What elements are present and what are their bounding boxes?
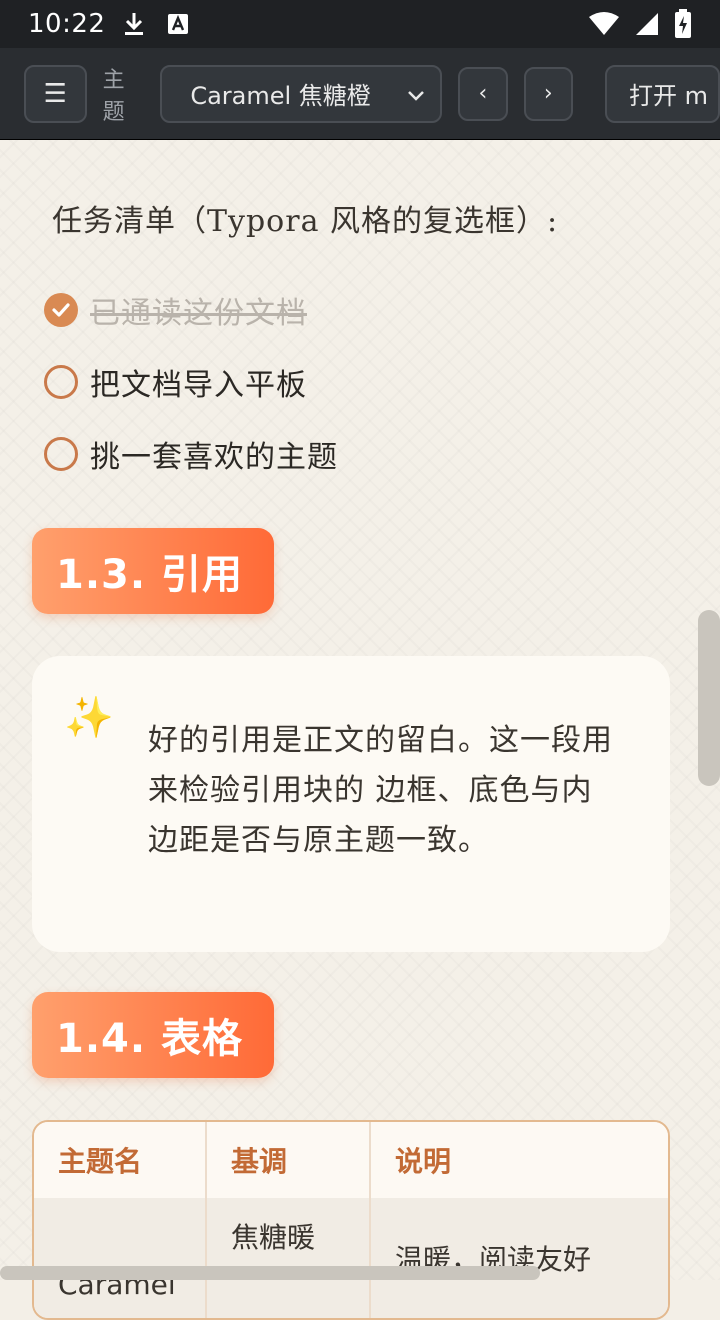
- section-heading-quote: 1.3. 引用: [32, 528, 274, 614]
- theme-table: 主题名 基调 说明 Caramel 焦糖暖 温暖，阅读友好: [32, 1120, 670, 1320]
- theme-select-value: Caramel 焦糖橙: [190, 82, 371, 110]
- theme-label: 主题: [102, 67, 125, 125]
- task-list-heading: 任务清单（Typora 风格的复选框）:: [52, 204, 559, 239]
- a-icon: [167, 13, 189, 35]
- open-button-label: 打开 m: [629, 82, 709, 110]
- table-header-row: 主题名 基调 说明: [34, 1122, 668, 1198]
- table-header-cell: 说明: [370, 1122, 668, 1198]
- horizontal-scrollbar[interactable]: [0, 1266, 540, 1280]
- task-label: 挑一套喜欢的主题: [90, 440, 338, 475]
- menu-icon: ☰: [43, 78, 67, 109]
- task-label: 已通读这份文档: [90, 296, 307, 331]
- table-header-cell: 主题名: [34, 1122, 207, 1198]
- chevron-right-icon: ›: [543, 81, 553, 106]
- task-item[interactable]: 把文档导入平板: [44, 360, 307, 404]
- table-cell: 焦糖暖: [206, 1198, 371, 1318]
- battery-icon: [674, 9, 692, 39]
- checkbox-checked-icon[interactable]: [44, 293, 78, 327]
- toolbar: ☰ 主题 Caramel 焦糖橙 ‹ › 打开 m: [0, 48, 720, 140]
- blockquote-text: 好的引用是正文的留白。这一段用来检验引用块的 边框、底色与内边距是否与原主题一致…: [148, 723, 613, 858]
- chevron-down-icon: [404, 83, 428, 113]
- download-icon: [123, 11, 145, 37]
- wifi-icon: [588, 11, 620, 37]
- task-item[interactable]: 挑一套喜欢的主题: [44, 432, 338, 476]
- table-cell: Caramel: [34, 1198, 207, 1318]
- sparkles-icon: ✨: [64, 695, 114, 741]
- theme-select[interactable]: Caramel 焦糖橙: [160, 64, 443, 123]
- open-button[interactable]: 打开 m: [605, 64, 720, 123]
- blockquote: ✨ 好的引用是正文的留白。这一段用来检验引用块的 边框、底色与内边距是否与原主题…: [32, 656, 670, 952]
- chevron-left-icon: ‹: [478, 81, 488, 106]
- checkbox-unchecked-icon[interactable]: [44, 365, 78, 399]
- next-theme-button[interactable]: ›: [523, 66, 574, 121]
- prev-theme-button[interactable]: ‹: [458, 66, 508, 121]
- table-cell: 温暖，阅读友好: [370, 1198, 668, 1318]
- table-row: Caramel 焦糖暖 温暖，阅读友好: [34, 1198, 668, 1318]
- status-bar: 10:22: [0, 0, 720, 48]
- vertical-scrollbar[interactable]: [698, 610, 720, 786]
- checkbox-unchecked-icon[interactable]: [44, 437, 78, 471]
- status-icons-left: [123, 11, 189, 37]
- table-header-cell: 基调: [206, 1122, 371, 1198]
- document-content[interactable]: 任务清单（Typora 风格的复选框）: 已通读这份文档 把文档导入平板 挑一套…: [0, 140, 720, 1320]
- signal-icon: [634, 11, 660, 37]
- status-icons-right: [588, 9, 692, 39]
- status-time: 10:22: [28, 9, 106, 39]
- section-heading-table: 1.4. 表格: [32, 992, 274, 1078]
- menu-button[interactable]: ☰: [24, 64, 87, 123]
- task-item[interactable]: 已通读这份文档: [44, 288, 307, 332]
- task-label: 把文档导入平板: [90, 368, 307, 403]
